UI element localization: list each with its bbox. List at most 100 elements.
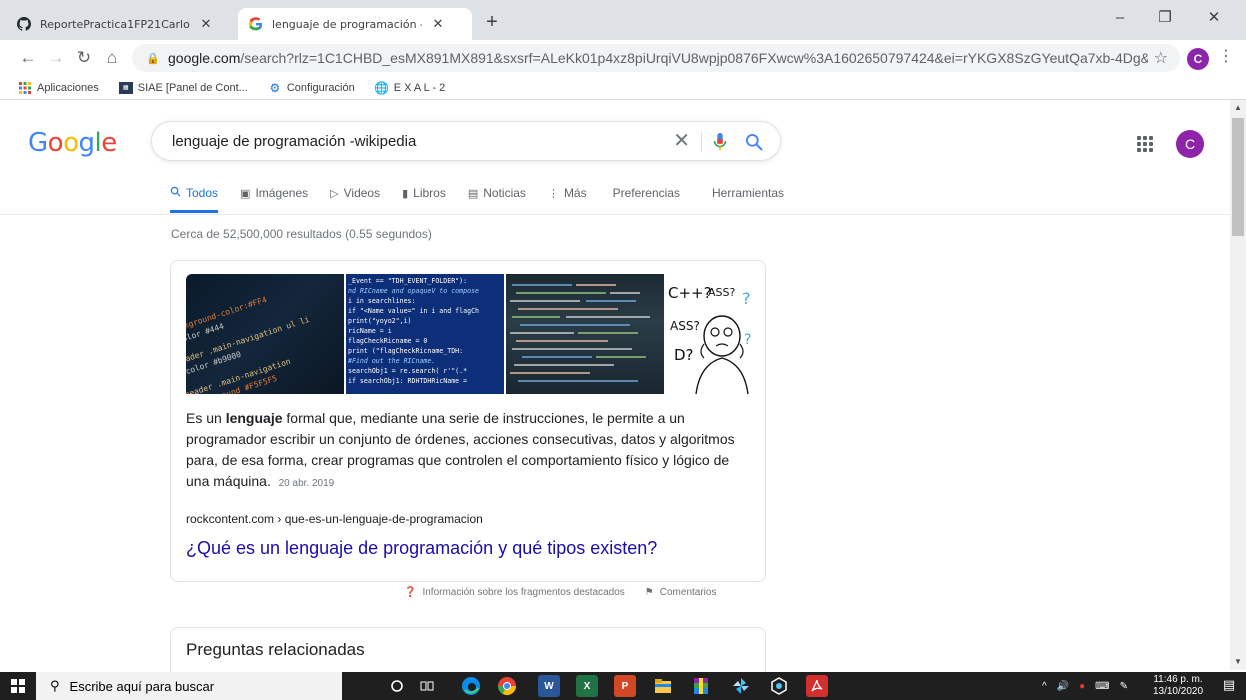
close-tab-icon[interactable]: ✕	[430, 16, 446, 32]
tab-strip: ReportePractica1FP21CarlosHuer ✕ lenguaj…	[0, 0, 1246, 40]
code-line: #Find out the RICname.	[347, 357, 435, 365]
tab-libros[interactable]: ▮ Libros	[402, 180, 446, 206]
cartoon-text: ASS?	[670, 319, 700, 333]
network-warning-icon[interactable]: ●	[1079, 681, 1085, 692]
taskbar-clock[interactable]: 11:46 p. m. 13/10/2020	[1150, 674, 1206, 698]
snippet-cite[interactable]: rockcontent.com › que-es-un-lenguaje-de-…	[186, 512, 483, 526]
code-line: nd RICname and opaqueV to compose	[348, 287, 479, 295]
results-count: Cerca de 52,500,000 resultados (0.55 seg…	[171, 227, 432, 241]
winrar-icon[interactable]	[690, 675, 712, 697]
tab-noticias[interactable]: ▤ Noticias	[468, 180, 526, 206]
bookmark-star-icon[interactable]: ☆	[1154, 48, 1168, 68]
taskbar-search[interactable]: ⚲ Escribe aquí para buscar	[36, 672, 342, 700]
minimize-icon[interactable]: –	[1100, 6, 1140, 30]
snippet-image-css-code[interactable]: background-color:#FF4 color #444 header …	[186, 274, 344, 394]
related-questions-title: Preguntas relacionadas	[186, 640, 365, 659]
tab-todos[interactable]: Todos	[170, 180, 219, 213]
featured-snippets-info-link[interactable]: Información sobre los fragmentos destaca…	[422, 587, 624, 598]
bookmarks-bar: Aplicaciones ▦ SIAE [Panel de Cont... ⚙ …	[0, 76, 1246, 100]
lock-icon: 🔒	[146, 52, 160, 65]
clock-date: 13/10/2020	[1152, 686, 1204, 697]
tab-imagenes[interactable]: ▣ Imágenes	[240, 180, 308, 206]
restore-icon[interactable]: ❐	[1145, 6, 1185, 30]
browser-menu-icon[interactable]: ⋮	[1218, 46, 1234, 66]
tab-mas[interactable]: ⋮ Más	[548, 180, 587, 206]
pinwheel-app-icon[interactable]	[730, 675, 752, 697]
news-icon: ▤	[467, 187, 479, 200]
google-apps-icon[interactable]	[1137, 136, 1153, 152]
microphone-icon[interactable]	[712, 132, 728, 152]
notification-center-icon[interactable]: ▤	[1220, 677, 1238, 695]
bookmark-apps[interactable]: Aplicaciones	[18, 81, 99, 95]
code-line: _Event == "TDH_EVENT_FOLDER"):	[348, 277, 467, 285]
network-app-icon[interactable]	[768, 675, 790, 697]
forward-arrow-icon[interactable]: →	[44, 46, 68, 70]
taskbar-search-placeholder: Escribe aquí para buscar	[69, 678, 215, 694]
snippet-date: 20 abr. 2019	[278, 478, 335, 489]
tray-chevron-icon[interactable]: ^	[1042, 681, 1047, 692]
feedback-flag-icon: ⚑	[644, 587, 654, 598]
chrome-icon[interactable]	[496, 675, 518, 697]
browser-tab-google[interactable]: lenguaje de programación -wikip ✕	[238, 8, 472, 40]
word-icon[interactable]: W	[538, 675, 560, 697]
clear-search-icon[interactable]: ✕	[673, 131, 690, 151]
home-icon[interactable]: ⌂	[100, 46, 124, 70]
browser-tab-github[interactable]: ReportePractica1FP21CarlosHuer ✕	[6, 8, 238, 40]
snippet-image-cartoon[interactable]: C++? ASS? ASS? D? ? ?	[666, 274, 752, 394]
feedback-link[interactable]: Comentarios	[660, 587, 717, 598]
bookmark-exal[interactable]: 🌐 E X A L - 2	[374, 81, 445, 95]
browser-toolbar: ← → ↻ ⌂ 🔒 google.com/search?rlz=1C1CHBD_…	[0, 40, 1246, 76]
logo-letter: e	[101, 128, 117, 158]
reload-icon[interactable]: ↻	[72, 46, 96, 70]
pen-icon[interactable]: ✎	[1120, 681, 1128, 692]
windows-taskbar: ⚲ Escribe aquí para buscar W X P ^ 🔊 ● ⌨…	[0, 672, 1246, 700]
address-bar[interactable]: 🔒 google.com/search?rlz=1C1CHBD_esMX891M…	[132, 44, 1180, 72]
scroll-up-arrow-icon[interactable]: ▲	[1230, 100, 1246, 116]
google-logo[interactable]: Google	[28, 128, 117, 158]
acrobat-icon[interactable]	[806, 675, 828, 697]
input-method-icon[interactable]: ⌨	[1095, 681, 1109, 692]
edge-browser-icon[interactable]	[460, 675, 482, 697]
scroll-thumb[interactable]	[1232, 118, 1244, 236]
tab-title: ReportePractica1FP21CarlosHuer	[40, 17, 190, 31]
windows-logo-icon	[11, 679, 25, 693]
page-scrollbar[interactable]: ▲ ▼	[1230, 100, 1246, 670]
snippet-image-screen-code[interactable]	[506, 274, 664, 394]
snippet-image-python-code[interactable]: _Event == "TDH_EVENT_FOLDER"): nd RICnam…	[346, 274, 504, 394]
volume-icon[interactable]: 🔊	[1057, 681, 1069, 692]
file-explorer-icon[interactable]	[652, 675, 674, 697]
google-account-avatar[interactable]: C	[1176, 130, 1204, 158]
bookmark-configuracion[interactable]: ⚙ Configuración	[268, 81, 354, 95]
windows-start-button[interactable]	[0, 672, 36, 700]
url-text[interactable]: google.com/search?rlz=1C1CHBD_esMX891MX8…	[168, 50, 1148, 66]
new-tab-button[interactable]: +	[480, 11, 504, 33]
close-window-icon[interactable]: ✕	[1194, 6, 1234, 30]
tab-herramientas[interactable]: Herramientas	[712, 180, 784, 206]
tab-preferencias[interactable]: Preferencias	[613, 180, 680, 206]
search-icon[interactable]	[744, 132, 764, 152]
code-line: if searchObj1: RDHTDHRicName =	[348, 377, 467, 385]
logo-letter: o	[63, 128, 79, 158]
book-icon: ▮	[402, 187, 409, 200]
snippet-result-link[interactable]: ¿Qué es un lenguaje de programación y qu…	[186, 538, 657, 559]
back-arrow-icon[interactable]: ←	[16, 46, 40, 70]
svg-text:?: ?	[742, 289, 751, 308]
cortana-icon[interactable]	[386, 675, 408, 697]
tab-videos[interactable]: ▷ Videos	[330, 180, 380, 206]
search-icon: ⚲	[50, 678, 60, 693]
cartoon-text: D?	[674, 346, 694, 364]
code-line: ricName = i	[348, 327, 392, 335]
task-view-icon[interactable]	[416, 675, 438, 697]
excel-icon[interactable]: X	[576, 675, 598, 697]
profile-avatar[interactable]: C	[1187, 48, 1209, 70]
search-icon	[170, 186, 181, 200]
close-tab-icon[interactable]: ✕	[198, 16, 214, 32]
image-icon: ▣	[240, 187, 251, 200]
search-input[interactable]	[172, 132, 652, 150]
clock-time: 11:46 p. m.	[1153, 674, 1203, 685]
code-line: print ("flagCheckRicname_TDH:	[348, 347, 463, 355]
powerpoint-icon[interactable]: P	[614, 675, 636, 697]
bookmark-siae[interactable]: ▦ SIAE [Panel de Cont...	[118, 81, 248, 94]
snippet-text: Es un lenguaje formal que, mediante una …	[186, 410, 735, 489]
scroll-down-arrow-icon[interactable]: ▼	[1230, 654, 1246, 670]
